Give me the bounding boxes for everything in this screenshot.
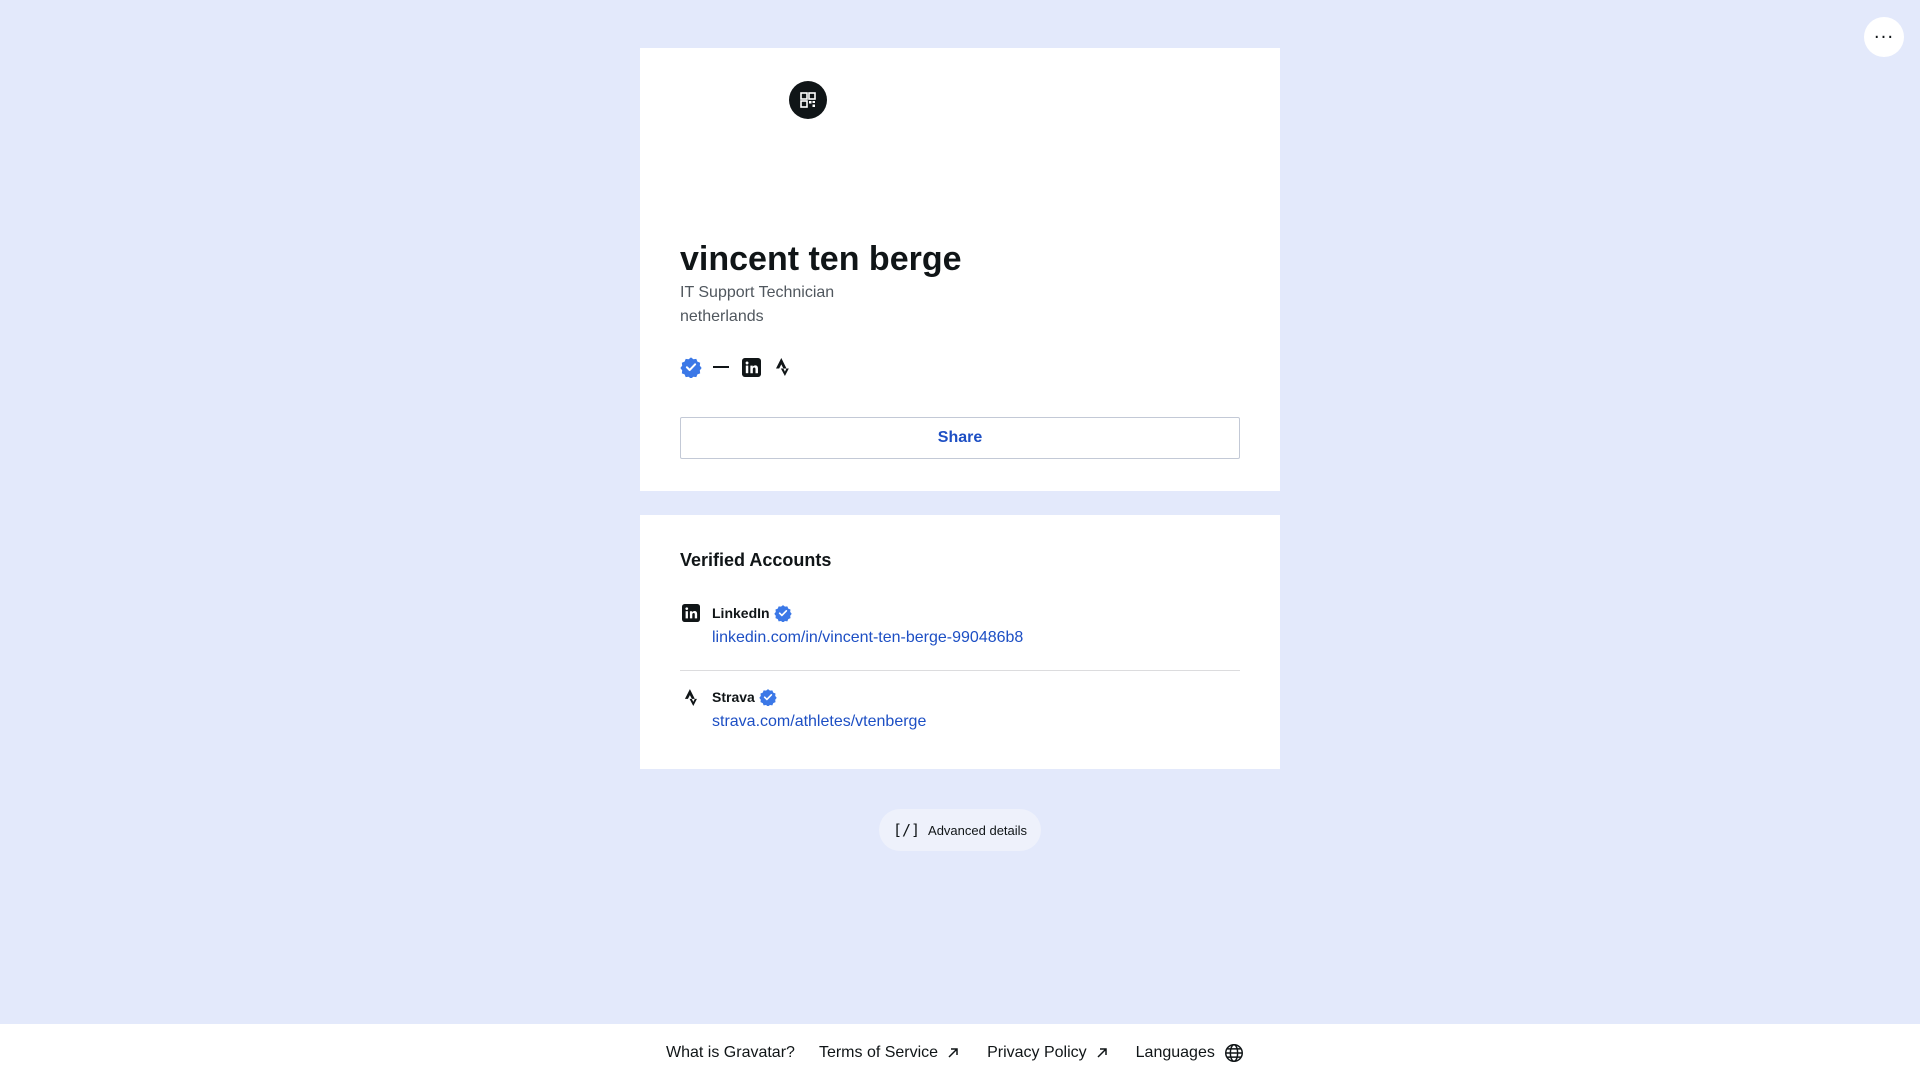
location: netherlands — [680, 308, 764, 325]
verified-account-item: LinkedIn linkedin.com/in/vincent-ten-ber… — [680, 602, 1240, 671]
verified-badge-icon — [680, 356, 702, 378]
more-options-button[interactable]: ··· — [1864, 17, 1904, 57]
verified-badge-icon — [759, 688, 777, 706]
footer: What is Gravatar? Terms of Service Priva… — [0, 1024, 1920, 1080]
account-name: Strava — [712, 689, 755, 705]
footer-link-label: Languages — [1135, 1044, 1215, 1061]
linkedin-profile-link[interactable]: linkedin.com/in/vincent-ten-berge-990486… — [712, 629, 1023, 647]
share-button[interactable]: Share — [680, 417, 1240, 459]
footer-link-privacy[interactable]: Privacy Policy — [987, 1044, 1109, 1062]
qr-code-button[interactable] — [789, 81, 827, 119]
footer-link-label: Privacy Policy — [987, 1044, 1087, 1061]
account-name: LinkedIn — [712, 605, 770, 621]
linkedin-icon — [680, 602, 702, 624]
strava-icon — [680, 686, 702, 708]
footer-link-label: What is Gravatar? — [666, 1044, 795, 1061]
strava-profile-link[interactable]: strava.com/athletes/vtenberge — [712, 713, 926, 731]
code-brackets-icon: [/] — [892, 821, 921, 839]
qr-code-icon — [800, 92, 816, 108]
advanced-details-button[interactable]: [/] Advanced details — [879, 809, 1041, 851]
profile-name: vincent ten berge — [680, 240, 962, 278]
footer-link-what-is-gravatar[interactable]: What is Gravatar? — [666, 1044, 795, 1062]
dash-icon — [712, 356, 730, 378]
strava-icon[interactable] — [772, 356, 794, 378]
globe-icon — [1224, 1044, 1243, 1062]
verified-account-item: Strava strava.com/athletes/vtenberge — [680, 686, 1240, 746]
advanced-details-label: Advanced details — [928, 822, 1028, 838]
footer-links: What is Gravatar? Terms of Service Priva… — [666, 1042, 1245, 1064]
external-arrow-icon — [1097, 1048, 1107, 1058]
verified-badge-icon — [773, 604, 792, 622]
verified-accounts-title: Verified Accounts — [680, 550, 832, 570]
social-icon-row — [680, 356, 794, 378]
footer-link-terms[interactable]: Terms of Service — [819, 1044, 960, 1062]
footer-link-label: Terms of Service — [818, 1044, 939, 1061]
job-title: IT Support Technician — [680, 284, 835, 301]
linkedin-icon[interactable] — [740, 356, 762, 378]
profile-card: vincent ten berge IT Support Technician … — [640, 48, 1280, 491]
external-arrow-icon — [948, 1048, 958, 1058]
verified-accounts-card: Verified Accounts LinkedIn linkedin.com/… — [640, 515, 1280, 769]
footer-link-languages[interactable]: Languages — [1136, 1042, 1245, 1064]
